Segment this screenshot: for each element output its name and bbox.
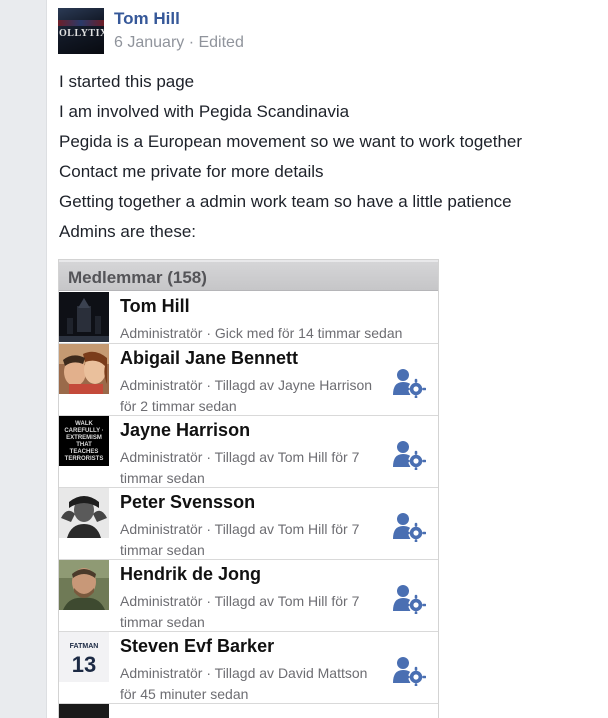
avatar-flag-stripe	[58, 20, 104, 26]
man-portrait-bw-image	[59, 488, 109, 538]
admin-gear-icon[interactable]	[392, 368, 426, 398]
post-line: Admins are these:	[59, 222, 197, 241]
member-detail: Administratör · Tillagd av Tom Hill för …	[120, 521, 360, 558]
admin-gear-icon[interactable]	[392, 656, 426, 686]
meta-separator: ·	[184, 34, 199, 51]
member-row: Hendrik de Jong Administratör · Tillagd …	[59, 560, 438, 632]
post-date-link[interactable]: 6 January	[114, 34, 184, 51]
member-photo	[59, 488, 109, 538]
members-header: Medlemmar (158)	[59, 260, 438, 291]
member-row: Tom Hill Administratör · Gick med för 14…	[59, 292, 438, 344]
selfie-couple-image	[59, 344, 109, 394]
member-photo: WALK CAREFULLY · EXTREMISM THAT TEACHES …	[59, 416, 109, 466]
member-name: Abigail Jane Bennett	[120, 348, 299, 368]
post-line: Contact me private for more details	[59, 162, 324, 181]
member-photo	[59, 344, 109, 394]
man-portrait-outdoor-image	[59, 560, 109, 610]
member-row: Peter Svensson Administratör · Tillagd a…	[59, 488, 438, 560]
dark-poster-image	[59, 292, 109, 342]
member-row-cutoff	[59, 704, 438, 718]
post-text: I started this page I am involved with P…	[59, 67, 599, 247]
author-name-link[interactable]: Tom Hill	[114, 9, 180, 29]
member-photo	[59, 292, 109, 342]
member-photo	[59, 704, 109, 718]
member-detail: Administratör · Tillagd av Jayne Harriso…	[120, 377, 373, 414]
member-name: Peter Svensson	[120, 492, 256, 512]
member-photo	[59, 560, 109, 610]
author-avatar[interactable]: OLLYTIX	[58, 8, 104, 54]
member-name: Jayne Harrison	[120, 420, 251, 440]
member-row: WALK CAREFULLY · EXTREMISM THAT TEACHES …	[59, 416, 438, 488]
attached-screenshot[interactable]: Medlemmar (158) Tom Hill Administratör ·…	[58, 259, 439, 718]
jersey-number-text: 13	[71, 652, 97, 677]
jersey-name-text: FATMAN	[69, 643, 99, 650]
member-name: Steven Evf Barker	[120, 636, 275, 656]
admin-gear-icon[interactable]	[392, 512, 426, 542]
admin-gear-icon[interactable]	[392, 440, 426, 470]
post-card: OLLYTIX Tom Hill 6 January · Edited I st…	[46, 0, 608, 718]
post-line: Getting together a admin work team so ha…	[59, 192, 512, 211]
member-photo: FATMAN 13	[59, 632, 109, 682]
member-detail: Administratör · Tillagd av Tom Hill för …	[120, 593, 360, 630]
member-row: FATMAN 13 Steven Evf Barker Administratö…	[59, 632, 438, 704]
member-detail: Administratör · Tillagd av Tom Hill för …	[120, 449, 360, 486]
post-line: Pegida is a European movement so we want…	[59, 132, 523, 151]
member-name: Hendrik de Jong	[120, 564, 262, 584]
poster-text: WALK CAREFULLY · EXTREMISM THAT TEACHES …	[64, 421, 104, 462]
admin-gear-icon[interactable]	[392, 584, 426, 614]
member-name: Tom Hill	[120, 296, 190, 316]
post-line: I started this page	[59, 72, 195, 91]
post-line: I am involved with Pegida Scandinavia	[59, 102, 350, 121]
member-detail: Administratör · Gick med för 14 timmar s…	[120, 325, 403, 341]
member-row: Abigail Jane Bennett Administratör · Til…	[59, 344, 438, 416]
member-detail: Administratör · Tillagd av David Mattson…	[120, 665, 368, 702]
avatar-logo-text: OLLYTIX	[59, 28, 104, 39]
edited-link[interactable]: Edited	[198, 34, 243, 51]
post-meta: 6 January · Edited	[114, 34, 244, 52]
